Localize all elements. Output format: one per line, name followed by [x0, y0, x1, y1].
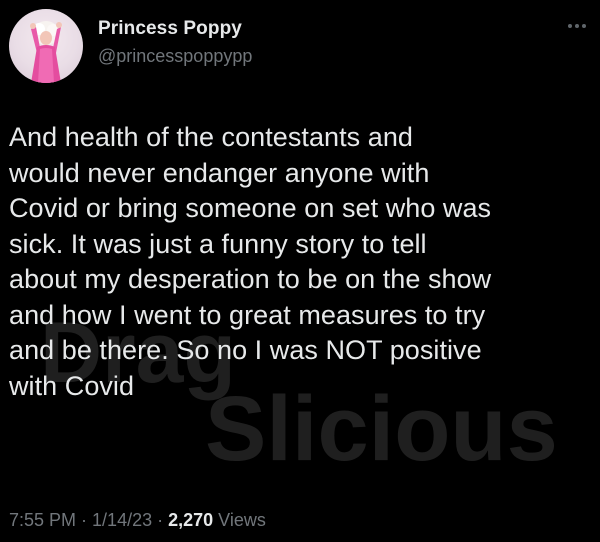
user-names: Princess Poppy @princesspoppypp	[98, 17, 252, 68]
user-handle[interactable]: @princesspoppypp	[98, 44, 252, 68]
views-label: Views	[213, 510, 266, 530]
tweet-card: Princess Poppy @princesspoppypp Drag Sli…	[0, 0, 600, 542]
tweet-date[interactable]: 1/14/23	[92, 510, 152, 530]
tweet-text: And health of the contestants and would …	[9, 122, 492, 401]
meta-separator: ·	[152, 510, 169, 530]
meta-separator: ·	[76, 510, 93, 530]
tweet-meta: 7:55 PM · 1/14/23 · 2,270 Views	[9, 508, 266, 532]
more-options-icon[interactable]	[564, 16, 590, 36]
profile-photo-icon	[30, 21, 62, 83]
tweet-time[interactable]: 7:55 PM	[9, 510, 76, 530]
display-name[interactable]: Princess Poppy	[98, 17, 252, 41]
views-count: 2,270	[168, 510, 214, 530]
avatar[interactable]	[9, 9, 83, 83]
